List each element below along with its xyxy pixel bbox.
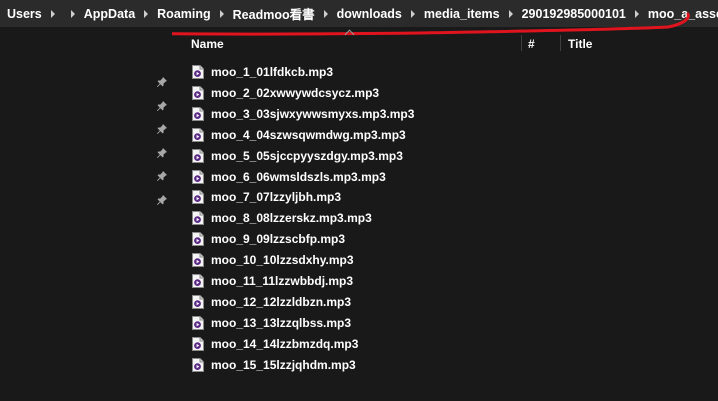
navigation-pane[interactable] xyxy=(0,27,172,401)
pin-icon[interactable] xyxy=(156,193,168,205)
breadcrumb-separator-icon[interactable] xyxy=(634,9,639,18)
file-name: moo_6_06wmsldszls.mp3.mp3 xyxy=(211,169,386,184)
pin-icon[interactable] xyxy=(156,169,168,182)
file-row[interactable]: moo_13_13lzzqlbss.mp3 xyxy=(192,313,351,333)
breadcrumb-item[interactable]: downloads xyxy=(334,7,405,21)
media-file-icon xyxy=(192,294,204,309)
media-file-icon xyxy=(192,127,204,142)
media-file-icon xyxy=(192,211,204,226)
file-row[interactable]: moo_6_06wmsldszls.mp3.mp3 xyxy=(192,167,386,187)
file-name: moo_14_14lzzbmzdq.mp3 xyxy=(211,336,359,351)
column-header-title[interactable]: Title xyxy=(568,37,592,51)
file-name: moo_2_02xwwywdcsycz.mp3 xyxy=(211,85,380,100)
media-file-icon xyxy=(192,315,204,330)
media-file-icon xyxy=(192,148,204,163)
breadcrumb-separator-icon[interactable] xyxy=(219,9,224,18)
pin-icon[interactable] xyxy=(156,99,168,111)
file-name: moo_5_05sjccpyyszdgy.mp3.mp3 xyxy=(211,148,403,163)
file-row[interactable]: moo_9_09lzzscbfp.mp3 xyxy=(192,229,345,249)
column-header-number[interactable]: # xyxy=(528,37,535,51)
file-row[interactable]: moo_15_15lzzjqhdm.mp3 xyxy=(192,355,356,375)
file-row[interactable]: moo_5_05sjccpyyszdgy.mp3.mp3 xyxy=(192,146,403,166)
sort-chevron-icon[interactable] xyxy=(344,29,355,40)
file-name: moo_8_08lzzerskz.mp3.mp3 xyxy=(211,211,372,226)
media-file-icon xyxy=(192,190,204,205)
breadcrumb-separator-icon[interactable] xyxy=(50,9,55,18)
file-name: moo_3_03sjwxywwsmyxs.mp3.mp3 xyxy=(211,106,415,121)
media-file-icon xyxy=(192,85,204,100)
breadcrumb-separator-icon[interactable] xyxy=(144,9,149,18)
file-name: moo_1_01lfdkcb.mp3 xyxy=(211,65,334,79)
media-file-icon xyxy=(192,106,204,121)
pin-icon[interactable] xyxy=(156,75,168,87)
file-row[interactable]: moo_12_12lzzldbzn.mp3 xyxy=(192,292,351,312)
breadcrumb-separator-icon[interactable] xyxy=(70,9,75,18)
file-name: moo_11_11lzzwbbdj.mp3 xyxy=(211,274,354,288)
file-row[interactable]: moo_1_01lfdkcb.mp3 xyxy=(192,62,333,82)
breadcrumb-item[interactable]: Users xyxy=(0,7,45,21)
breadcrumb-separator-icon[interactable] xyxy=(410,9,415,18)
file-row[interactable]: moo_11_11lzzwbbdj.mp3 xyxy=(192,271,353,291)
pin-icon[interactable] xyxy=(156,146,168,158)
file-row[interactable]: moo_14_14lzzbmzdq.mp3 xyxy=(192,334,358,354)
file-name: moo_15_15lzzjqhdm.mp3 xyxy=(211,357,356,372)
media-file-icon xyxy=(192,65,204,79)
breadcrumb-item[interactable]: Roaming xyxy=(154,7,213,21)
file-name: moo_10_10lzzsdxhy.mp3 xyxy=(211,253,354,268)
file-row[interactable]: moo_10_10lzzsdxhy.mp3 xyxy=(192,250,354,270)
breadcrumb-separator-icon[interactable] xyxy=(508,9,513,18)
breadcrumb-item[interactable]: 290192985000101 xyxy=(519,7,629,21)
media-file-icon xyxy=(192,357,204,372)
pin-icon[interactable] xyxy=(156,122,168,135)
media-file-icon xyxy=(192,336,204,351)
file-name: moo_13_13lzzqlbss.mp3 xyxy=(211,315,352,330)
breadcrumb-item[interactable]: AppData xyxy=(81,7,138,21)
media-file-icon xyxy=(192,274,204,288)
media-file-icon xyxy=(192,169,204,184)
media-file-icon xyxy=(192,253,204,268)
column-header-row: Name # Title xyxy=(172,29,718,55)
file-name: moo_9_09lzzscbfp.mp3 xyxy=(211,232,346,247)
breadcrumb-item[interactable]: moo_a_asset xyxy=(645,7,718,21)
file-row[interactable]: moo_2_02xwwywdcsycz.mp3 xyxy=(192,83,379,103)
breadcrumb-separator-icon[interactable] xyxy=(323,9,328,18)
address-bar[interactable]: Users AppData Roaming Readmoo看書 downloads med… xyxy=(0,0,718,27)
column-divider[interactable] xyxy=(560,35,561,51)
file-row[interactable]: moo_7_07lzzyljbh.mp3 xyxy=(192,187,341,207)
column-divider[interactable] xyxy=(521,35,522,51)
column-header-name[interactable]: Name xyxy=(191,37,224,51)
file-row[interactable]: moo_4_04szwsqwmdwg.mp3.mp3 xyxy=(192,125,406,145)
file-row[interactable]: moo_8_08lzzerskz.mp3.mp3 xyxy=(192,208,372,228)
breadcrumb-item[interactable]: media_items xyxy=(421,7,503,21)
file-name: moo_7_07lzzyljbh.mp3 xyxy=(211,190,342,205)
file-row[interactable]: moo_3_03sjwxywwsmyxs.mp3.mp3 xyxy=(192,104,414,124)
file-name: moo_4_04szwsqwmdwg.mp3.mp3 xyxy=(211,127,406,142)
media-file-icon xyxy=(192,232,204,247)
breadcrumb-item[interactable]: Readmoo看書 xyxy=(230,4,318,23)
file-name: moo_12_12lzzldbzn.mp3 xyxy=(211,294,352,309)
